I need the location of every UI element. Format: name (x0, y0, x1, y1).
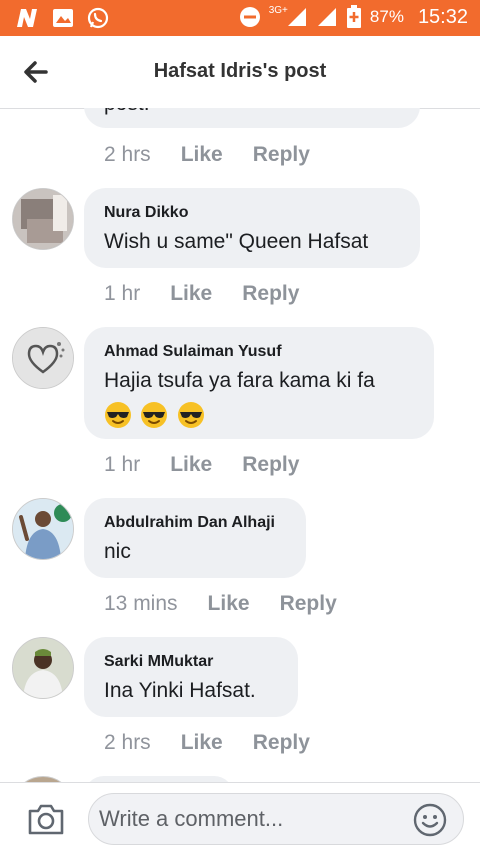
like-button[interactable]: Like (170, 453, 212, 477)
avatar[interactable] (12, 498, 74, 560)
reply-button[interactable]: Reply (242, 282, 299, 306)
comment-author[interactable]: Abdulrahim Dan Alhaji (104, 514, 275, 532)
do-not-disturb-icon (239, 7, 260, 27)
gallery-icon (53, 9, 73, 27)
whatsapp-icon (87, 7, 109, 29)
comment-text: Wish u same" Queen Hafsat (104, 230, 369, 253)
comment-placeholder: Write a comment... (99, 806, 284, 831)
comment-author[interactable]: Nura Dikko (104, 204, 188, 222)
avatar-image (13, 499, 73, 559)
comment-author[interactable]: Sarki MMuktar (104, 653, 213, 671)
comment-time: 1 hr (104, 282, 141, 305)
signal-icon-2 (317, 8, 336, 26)
clock: 15:32 (417, 5, 468, 28)
avatar[interactable] (12, 637, 74, 699)
network-type: 3G+ (268, 4, 288, 16)
comment-input[interactable]: Write a comment... (88, 793, 464, 845)
comment-bubble[interactable]: post. (84, 108, 420, 128)
comment-text: Hajia tsufa ya fara kama ki fa (104, 369, 375, 392)
comment-text: post. (104, 108, 150, 116)
sunglasses-face-icon (105, 402, 131, 428)
camera-icon[interactable] (26, 801, 66, 837)
battery-icon (346, 5, 361, 28)
avatar-image (13, 328, 73, 388)
comment-time: 1 hr (104, 453, 141, 476)
reply-button[interactable]: Reply (253, 731, 310, 755)
battery-percent: 87% (369, 7, 404, 26)
comment-meta: 13 mins Like Reply (104, 592, 337, 616)
comment-meta: 2 hrs Like Reply (104, 143, 310, 167)
app-bar: Hafsat Idris's post (0, 36, 480, 109)
app-n-icon (17, 9, 37, 27)
emoji-picker-icon[interactable] (413, 803, 447, 837)
sunglasses-face-icon (141, 402, 168, 428)
avatar[interactable] (12, 327, 74, 389)
comment-author[interactable]: Ahmad Sulaiman Yusuf (104, 343, 282, 361)
comment-time: 13 mins (104, 592, 178, 615)
comment-meta: 1 hr Like Reply (104, 282, 299, 306)
like-button[interactable]: Like (181, 143, 223, 167)
comment-meta: 2 hrs Like Reply (104, 731, 310, 755)
comment-meta: 1 hr Like Reply (104, 453, 299, 477)
signal-icon (287, 8, 306, 26)
reply-button[interactable]: Reply (242, 453, 299, 477)
comment-list[interactable]: post. 2 hrs Like Reply Nura Dikko Wish u… (0, 108, 480, 782)
comment-bubble[interactable]: Ahmad Sulaiman Yusuf Hajia tsufa ya fara… (84, 327, 434, 439)
page-title: Hafsat Idris's post (153, 60, 327, 82)
comment-text: nic (104, 540, 131, 563)
comment-composer: Write a comment... (0, 782, 480, 855)
comment-time: 2 hrs (104, 731, 151, 754)
emoji-row (104, 401, 209, 434)
avatar-image (13, 189, 73, 249)
comment-bubble[interactable]: Abdulrahim Dan Alhaji nic (84, 498, 306, 578)
sunglasses-face-icon (177, 402, 204, 428)
reply-button[interactable]: Reply (280, 592, 337, 616)
comment-time: 2 hrs (104, 143, 151, 166)
like-button[interactable]: Like (208, 592, 250, 616)
avatar[interactable] (12, 188, 74, 250)
avatar-image (13, 638, 73, 698)
like-button[interactable]: Like (170, 282, 212, 306)
comment-bubble[interactable]: Sarki MMuktar Ina Yinki Hafsat. (84, 637, 298, 717)
comment-bubble[interactable]: Nura Dikko Wish u same" Queen Hafsat (84, 188, 420, 268)
comment-text: Ina Yinki Hafsat. (104, 679, 256, 702)
status-bar: 3G+ 87% 15:32 (0, 0, 480, 36)
reply-button[interactable]: Reply (253, 143, 310, 167)
like-button[interactable]: Like (181, 731, 223, 755)
